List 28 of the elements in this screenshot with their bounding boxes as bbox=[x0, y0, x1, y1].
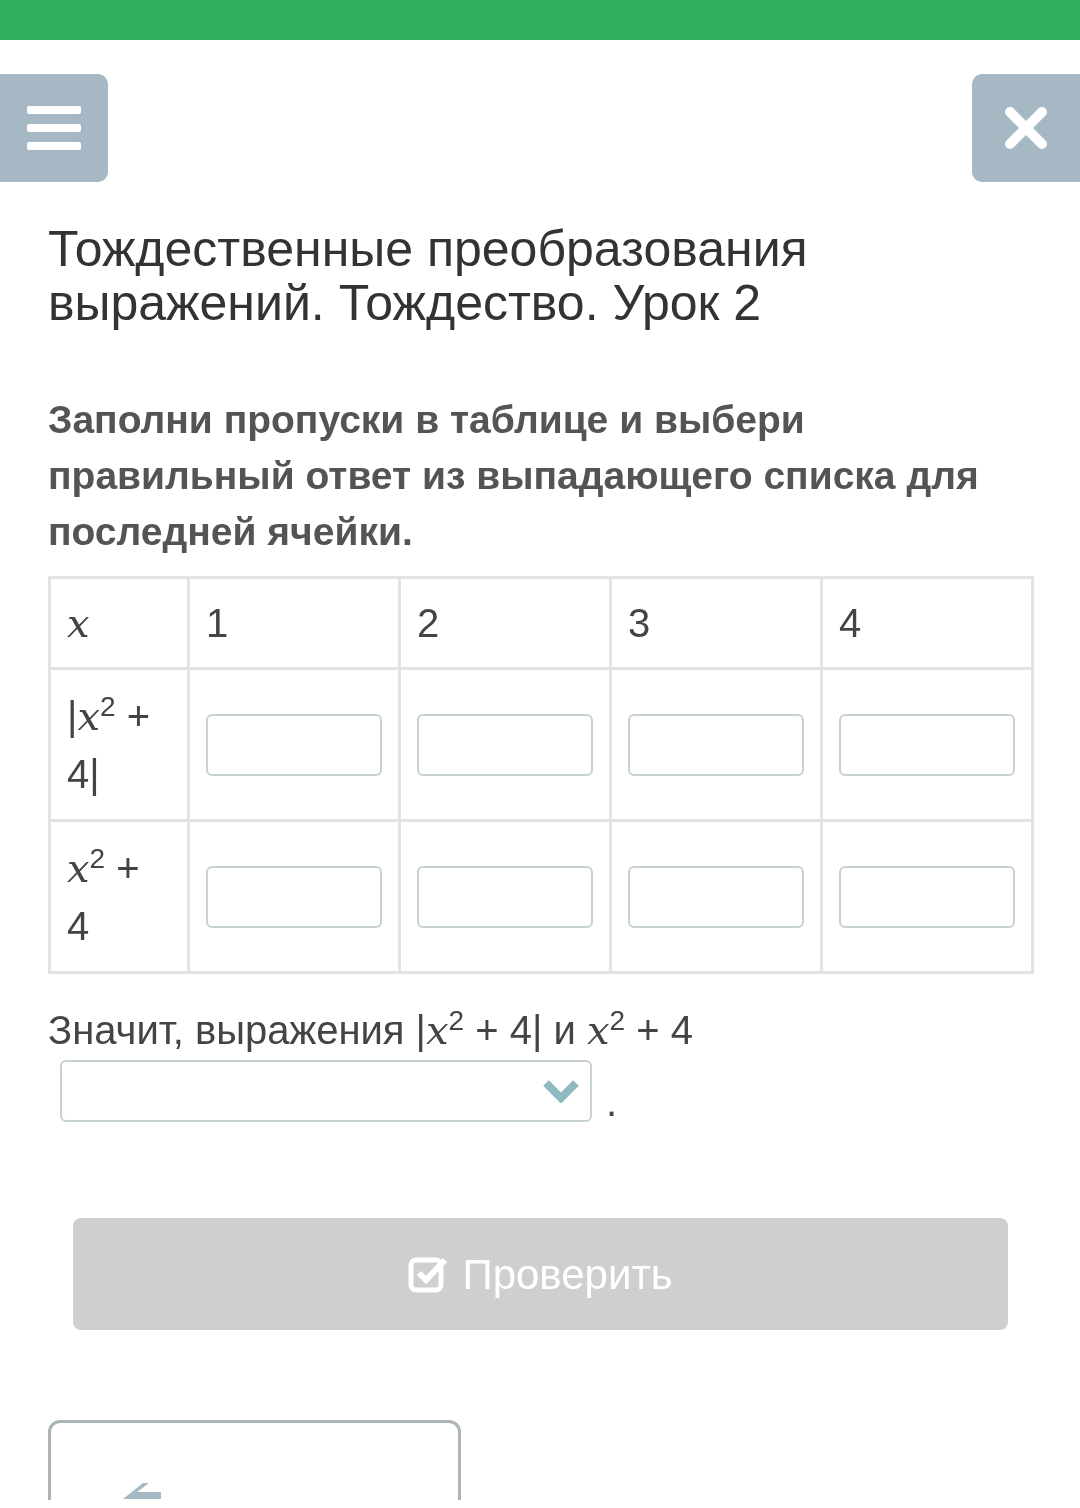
table-cell: |x$^{2}$ + 4| bbox=[49, 668, 189, 821]
table-cell: 1 bbox=[188, 577, 400, 669]
sentence-period: . bbox=[606, 1082, 618, 1122]
conclusion-text: Значит, выражения |x$^{2}$ + 4| и x$^{2}$ + 4 bbox=[48, 1004, 694, 1055]
close-icon bbox=[1004, 106, 1048, 150]
checkbox-icon bbox=[408, 1255, 449, 1293]
input-field[interactable] bbox=[417, 713, 593, 776]
table-cell: 4 bbox=[821, 577, 1033, 669]
chevron-down-icon bbox=[542, 1079, 580, 1103]
input-field[interactable] bbox=[839, 865, 1015, 928]
input-field[interactable] bbox=[206, 865, 382, 928]
task-instruction: Заполни пропуски в таблице и выбери правильный ответ из выпадающего списка для последней ячейки. bbox=[48, 397, 980, 555]
table-cell: 2 bbox=[399, 577, 611, 669]
input-field[interactable] bbox=[628, 865, 804, 928]
table-cell: x$^{2}$ + 4 bbox=[49, 820, 189, 973]
menu-icon bbox=[27, 106, 81, 150]
answer-dropdown[interactable] bbox=[60, 1060, 592, 1122]
table-cell: 3 bbox=[610, 577, 822, 669]
menu-button[interactable] bbox=[0, 74, 108, 182]
input-field[interactable] bbox=[417, 865, 593, 928]
input-field[interactable] bbox=[206, 713, 382, 776]
input-field[interactable] bbox=[628, 713, 804, 776]
close-button[interactable] bbox=[972, 74, 1080, 182]
lesson-title: Тождественные преобразования выражений. Тождество. Урок 2 bbox=[48, 222, 809, 330]
input-field[interactable] bbox=[839, 713, 1015, 776]
back-button[interactable] bbox=[48, 1420, 461, 1500]
arrow-left-icon bbox=[121, 1483, 161, 1499]
table-cell: x bbox=[49, 577, 189, 669]
